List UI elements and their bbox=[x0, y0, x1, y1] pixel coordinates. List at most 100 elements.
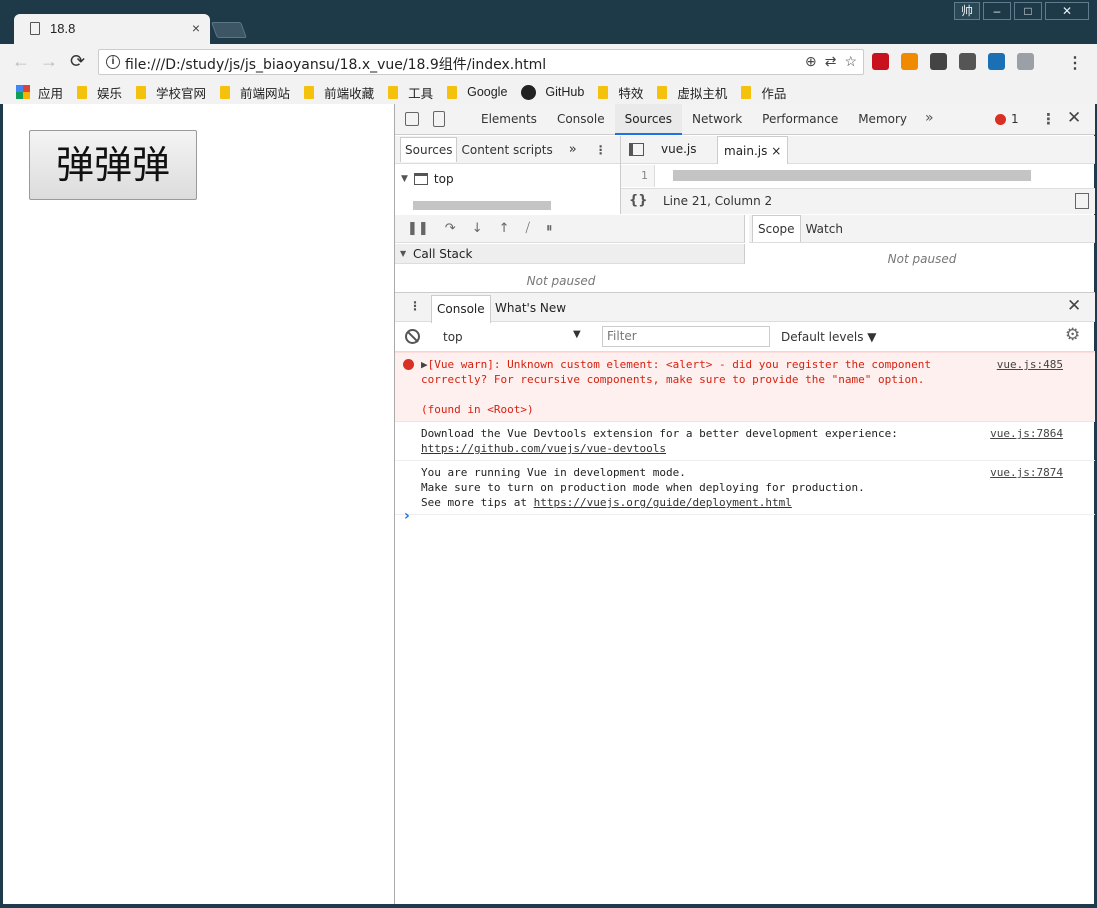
navigator-scrollbar[interactable] bbox=[401, 199, 613, 210]
tab-network[interactable]: Network bbox=[682, 104, 752, 135]
tab-whats-new[interactable]: What's New bbox=[495, 301, 566, 315]
extension-face-icon[interactable] bbox=[930, 53, 947, 70]
tab-main-js[interactable]: main.js × bbox=[717, 136, 789, 164]
bookmark-item[interactable]: 工具 bbox=[388, 83, 433, 102]
editor-scrollbar[interactable] bbox=[661, 170, 1071, 181]
tab-vue-js[interactable]: vue.js bbox=[661, 142, 697, 156]
console-prompt[interactable]: › bbox=[404, 508, 410, 524]
tab-close-button[interactable]: × bbox=[192, 20, 200, 36]
device-toolbar-icon[interactable] bbox=[433, 111, 445, 127]
tab-scope[interactable]: Scope bbox=[752, 215, 801, 242]
pause-icon[interactable]: ❚❚ bbox=[407, 221, 429, 236]
bookmark-item[interactable]: 娱乐 bbox=[77, 83, 122, 102]
step-into-icon[interactable]: ↓ bbox=[472, 221, 483, 236]
tab-performance[interactable]: Performance bbox=[752, 104, 848, 135]
console-error-message: ▶[Vue warn]: Unknown custom element: <al… bbox=[395, 352, 1095, 422]
tab-watch[interactable]: Watch bbox=[801, 216, 848, 242]
source-link[interactable]: vue.js:7874 bbox=[990, 465, 1063, 480]
profile-button[interactable]: 帅 bbox=[954, 2, 980, 20]
tab-console[interactable]: Console bbox=[547, 104, 615, 135]
browser-tab[interactable]: 18.8 × bbox=[14, 14, 210, 44]
bookmark-item[interactable]: Google bbox=[447, 85, 507, 99]
translate-icon[interactable]: ⇄ bbox=[825, 53, 837, 70]
title-bar: 18.8 × 帅 – □ ✕ bbox=[0, 0, 1097, 44]
context-selector[interactable]: top bbox=[443, 330, 463, 344]
devtools-menu-icon[interactable]: ⋮ bbox=[1041, 110, 1056, 128]
message-link[interactable]: https://github.com/vuejs/vue-devtools bbox=[421, 442, 666, 455]
maximize-button[interactable]: □ bbox=[1014, 2, 1042, 20]
bookmark-item[interactable]: 学校官网 bbox=[136, 83, 206, 102]
extension-orange-icon[interactable] bbox=[901, 53, 918, 70]
more-tabs-icon[interactable]: » bbox=[565, 138, 581, 162]
bookmark-label: 作品 bbox=[761, 86, 787, 101]
tab-memory[interactable]: Memory bbox=[848, 104, 917, 135]
pause-on-exceptions-icon[interactable]: ⏸ bbox=[546, 221, 553, 236]
ublock-icon[interactable] bbox=[872, 53, 889, 70]
source-link[interactable]: vue.js:7864 bbox=[990, 426, 1063, 441]
popup-button[interactable]: 弹弹弹 bbox=[29, 130, 197, 200]
bookmark-item[interactable]: 作品 bbox=[741, 83, 786, 102]
close-window-button[interactable]: ✕ bbox=[1045, 2, 1089, 20]
close-drawer-icon[interactable]: ✕ bbox=[1067, 296, 1081, 316]
star-icon[interactable]: ☆ bbox=[844, 53, 857, 70]
url-text[interactable]: file:///D:/study/js/js_biaoyansu/18.x_vu… bbox=[125, 54, 546, 74]
expand-arrow-icon[interactable]: ▼ bbox=[401, 174, 408, 184]
bookmark-label: 特效 bbox=[618, 86, 644, 101]
deactivate-breakpoints-icon[interactable]: ⧸ bbox=[526, 221, 530, 236]
scrollbar-thumb[interactable] bbox=[673, 170, 1031, 181]
toggle-navigator-icon[interactable] bbox=[629, 143, 644, 156]
scope-status: Not paused bbox=[887, 252, 957, 266]
expand-arrow-icon[interactable]: ▶ bbox=[421, 358, 428, 371]
source-link[interactable]: vue.js:485 bbox=[997, 357, 1063, 372]
new-tab-button[interactable] bbox=[211, 22, 247, 38]
inspect-icon[interactable] bbox=[405, 112, 419, 126]
extension-dark-icon[interactable] bbox=[959, 53, 976, 70]
navigator-menu-icon[interactable]: ⋮ bbox=[591, 138, 611, 162]
extension-cloud-icon[interactable] bbox=[1017, 53, 1034, 70]
bookmark-item[interactable]: 应用 bbox=[16, 83, 63, 102]
folder-icon bbox=[447, 85, 458, 99]
clear-console-icon[interactable] bbox=[405, 329, 420, 344]
call-stack-header[interactable]: Call Stack bbox=[395, 244, 745, 264]
bookmark-item[interactable]: 前端网站 bbox=[220, 83, 290, 102]
close-tab-icon[interactable]: × bbox=[771, 144, 781, 158]
drawer-menu-icon[interactable]: ⋮ bbox=[409, 299, 421, 313]
bookmark-item[interactable]: 前端收藏 bbox=[304, 83, 374, 102]
tab-console[interactable]: Console bbox=[431, 295, 491, 323]
gear-icon[interactable]: ⚙ bbox=[1065, 325, 1080, 345]
tab-elements[interactable]: Elements bbox=[471, 104, 547, 135]
editor-status-bar: {} Line 21, Column 2 bbox=[621, 188, 1095, 214]
step-over-icon[interactable]: ↷ bbox=[445, 221, 456, 236]
filter-input[interactable]: Filter bbox=[602, 326, 770, 347]
zoom-icon[interactable]: ⊕ bbox=[805, 53, 817, 70]
step-out-icon[interactable]: ↑ bbox=[499, 221, 510, 236]
coverage-icon[interactable] bbox=[1075, 193, 1089, 209]
bookmark-item[interactable]: GitHub bbox=[521, 84, 584, 100]
scrollbar-thumb[interactable] bbox=[413, 201, 551, 210]
extension-blue-icon[interactable] bbox=[988, 53, 1005, 70]
sources-navigator: Sources Content scripts » ⋮ ▼ top bbox=[395, 136, 621, 214]
tab-sources[interactable]: Sources bbox=[400, 137, 458, 162]
error-counter[interactable]: 1 bbox=[995, 112, 1019, 126]
tab-sources[interactable]: Sources bbox=[614, 104, 683, 135]
tree-item-top[interactable]: ▼ top bbox=[401, 172, 454, 186]
bookmark-item[interactable]: 特效 bbox=[598, 83, 643, 102]
browser-menu-icon[interactable]: ⋮ bbox=[1067, 53, 1083, 73]
close-devtools-icon[interactable]: ✕ bbox=[1067, 108, 1081, 128]
more-tabs-icon[interactable]: » bbox=[925, 110, 934, 126]
navigator-tabs: Sources Content scripts » ⋮ bbox=[395, 136, 620, 164]
pretty-print-icon[interactable]: {} bbox=[629, 193, 648, 208]
message-link[interactable]: https://vuejs.org/guide/deployment.html bbox=[534, 496, 792, 509]
chevron-down-icon[interactable]: ▼ bbox=[573, 329, 581, 340]
tab-content-scripts[interactable]: Content scripts bbox=[457, 138, 556, 162]
address-bar[interactable]: i file:///D:/study/js/js_biaoyansu/18.x_… bbox=[98, 49, 864, 75]
minimize-button[interactable]: – bbox=[983, 2, 1011, 20]
back-button[interactable]: ← bbox=[12, 51, 30, 72]
info-icon[interactable]: i bbox=[106, 55, 120, 69]
bookmark-label: Google bbox=[467, 85, 508, 99]
forward-button[interactable]: → bbox=[40, 51, 58, 72]
bookmark-item[interactable]: 虚拟主机 bbox=[657, 83, 727, 102]
log-levels-dropdown[interactable]: Default levels ▼ bbox=[781, 330, 877, 344]
reload-button[interactable]: ⟳ bbox=[70, 51, 85, 72]
folder-icon bbox=[136, 85, 147, 99]
